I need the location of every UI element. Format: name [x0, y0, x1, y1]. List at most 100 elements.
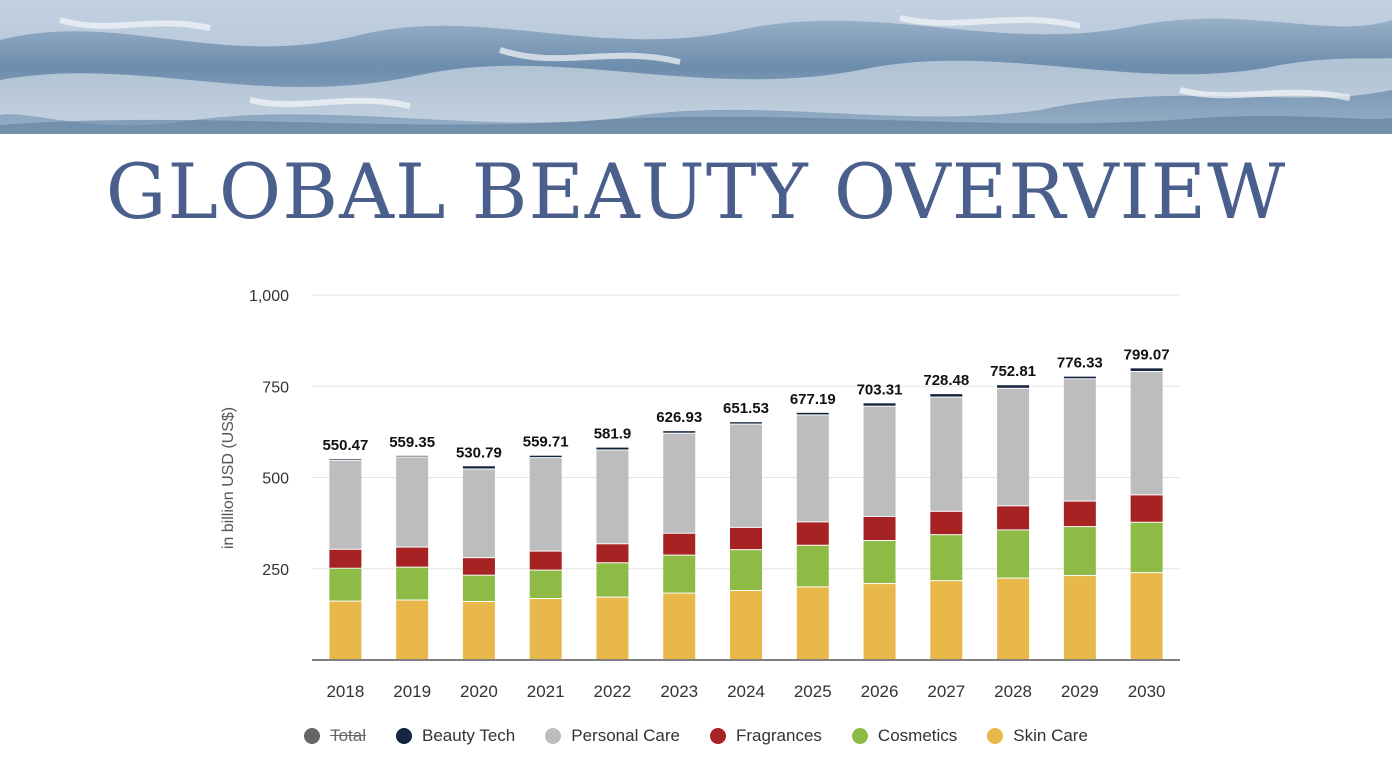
bar-segment-personal-care[interactable] [529, 458, 562, 551]
bar-segment-cosmetics[interactable] [730, 550, 762, 591]
bar-segment-skin-care[interactable] [1130, 573, 1163, 659]
legend-item-total[interactable]: Total [304, 726, 366, 746]
bar-segment-beauty-tech[interactable] [1063, 376, 1096, 379]
bar-segment-cosmetics[interactable] [997, 530, 1030, 578]
bar-segment-cosmetics[interactable] [329, 568, 362, 601]
legend-label: Cosmetics [877, 726, 958, 745]
total-data-label: 550.47 [322, 437, 368, 454]
bar-segment-fragrances[interactable] [329, 549, 362, 568]
bar-segment-skin-care[interactable] [730, 591, 762, 659]
bar-segment-cosmetics[interactable] [596, 563, 629, 597]
bar-segment-beauty-tech[interactable] [396, 455, 429, 457]
bar-segment-fragrances[interactable] [997, 506, 1030, 530]
x-tick-label: 2019 [393, 682, 431, 701]
bar-segment-personal-care[interactable] [1130, 372, 1163, 495]
bar-segment-skin-care[interactable] [396, 600, 429, 659]
bar-segment-personal-care[interactable] [796, 415, 829, 522]
legend-item-skin-care[interactable]: Skin Care [987, 726, 1088, 746]
bar-segment-skin-care[interactable] [663, 593, 696, 659]
total-data-label: 728.48 [923, 372, 969, 389]
legend-item-beauty-tech[interactable]: Beauty Tech [396, 726, 515, 746]
bar-segment-personal-care[interactable] [730, 424, 762, 527]
bar-segment-personal-care[interactable] [1063, 379, 1096, 501]
x-tick-label: 2026 [861, 682, 899, 701]
bar-segment-fragrances[interactable] [663, 533, 696, 555]
total-data-label: 799.07 [1124, 346, 1170, 363]
legend-item-fragrances[interactable]: Fragrances [709, 726, 822, 746]
bar-segment-cosmetics[interactable] [1130, 522, 1163, 573]
bar-segment-cosmetics[interactable] [462, 575, 495, 601]
bar-segment-fragrances[interactable] [596, 544, 629, 563]
x-tick-label: 2024 [727, 682, 765, 701]
bar-segment-personal-care[interactable] [997, 388, 1030, 506]
bar-segment-cosmetics[interactable] [796, 545, 829, 587]
bar-segment-beauty-tech[interactable] [529, 455, 562, 458]
bar-segment-skin-care[interactable] [596, 597, 629, 659]
bar-segment-skin-care[interactable] [930, 581, 963, 659]
x-tick-label: 2018 [326, 682, 364, 701]
bar-segment-personal-care[interactable] [930, 397, 963, 511]
bar-segment-cosmetics[interactable] [529, 570, 562, 599]
legend-label: Personal Care [571, 726, 680, 745]
bar-segment-skin-care[interactable] [863, 584, 896, 659]
bar-segment-beauty-tech[interactable] [462, 466, 495, 469]
bar-segment-fragrances[interactable] [529, 551, 562, 570]
bar-segment-personal-care[interactable] [462, 469, 495, 558]
bar-segment-beauty-tech[interactable] [596, 447, 629, 450]
total-data-label: 651.53 [723, 400, 769, 417]
legend-marker [545, 728, 562, 744]
bar-segment-skin-care[interactable] [329, 601, 362, 659]
bar-segment-beauty-tech[interactable] [329, 459, 362, 460]
chart-legend: Total Beauty Tech Personal Care Fragrances C… [0, 726, 1392, 746]
bar-segment-fragrances[interactable] [396, 547, 429, 567]
legend-marker [304, 728, 321, 744]
x-tick-label: 2028 [994, 682, 1032, 701]
banner-image [0, 0, 1392, 134]
bar-segment-fragrances[interactable] [863, 516, 896, 541]
bar-segment-beauty-tech[interactable] [930, 394, 963, 397]
bar-segment-beauty-tech[interactable] [730, 422, 762, 424]
bar-segment-cosmetics[interactable] [663, 555, 696, 593]
y-tick-label: 250 [262, 562, 289, 579]
y-tick-label: 500 [262, 471, 289, 488]
bar-segment-beauty-tech[interactable] [863, 403, 896, 406]
x-tick-label: 2025 [794, 682, 832, 701]
bar-segment-personal-care[interactable] [396, 457, 429, 547]
legend-item-cosmetics[interactable]: Cosmetics [851, 726, 958, 746]
page-title: GLOBAL BEAUTY OVERVIEW [105, 147, 1287, 236]
bar-segment-personal-care[interactable] [329, 460, 362, 549]
bar-segment-fragrances[interactable] [1063, 501, 1096, 527]
bar-segment-fragrances[interactable] [1130, 495, 1163, 522]
y-tick-label: 750 [262, 379, 289, 396]
bar-segment-skin-care[interactable] [462, 601, 495, 659]
legend-label: Beauty Tech [422, 726, 516, 745]
bar-segment-personal-care[interactable] [863, 406, 896, 516]
bar-segment-fragrances[interactable] [462, 558, 495, 575]
bar-segment-cosmetics[interactable] [930, 535, 963, 581]
total-data-label: 530.79 [456, 444, 502, 461]
bar-segment-cosmetics[interactable] [863, 541, 896, 584]
bar-segment-personal-care[interactable] [596, 450, 629, 544]
y-tick-label: 1,000 [249, 288, 289, 305]
bar-segment-beauty-tech[interactable] [796, 412, 829, 415]
bar-segment-cosmetics[interactable] [396, 567, 429, 600]
x-tick-label: 2029 [1061, 682, 1099, 701]
bar-segment-skin-care[interactable] [997, 578, 1030, 659]
bar-segment-beauty-tech[interactable] [663, 431, 696, 433]
legend-label: Fragrances [735, 726, 822, 745]
stacked-bar-chart: 250 500 750 1,000 550.47 2018 559.35 2019 530.7… [220, 288, 1180, 701]
bar-segment-skin-care[interactable] [796, 587, 829, 659]
bar-segment-cosmetics[interactable] [1063, 527, 1096, 576]
bar-segment-personal-care[interactable] [663, 433, 696, 533]
legend-marker [851, 728, 868, 744]
bar-segment-beauty-tech[interactable] [997, 385, 1030, 388]
legend-marker [987, 728, 1004, 744]
bar-segment-fragrances[interactable] [730, 527, 762, 550]
bar-segment-beauty-tech[interactable] [1130, 368, 1163, 372]
total-data-label: 559.71 [523, 434, 569, 451]
bar-segment-skin-care[interactable] [1063, 576, 1096, 659]
bar-segment-fragrances[interactable] [796, 522, 829, 545]
legend-item-personal-care[interactable]: Personal Care [545, 726, 680, 746]
bar-segment-fragrances[interactable] [930, 511, 963, 535]
bar-segment-skin-care[interactable] [529, 599, 562, 659]
